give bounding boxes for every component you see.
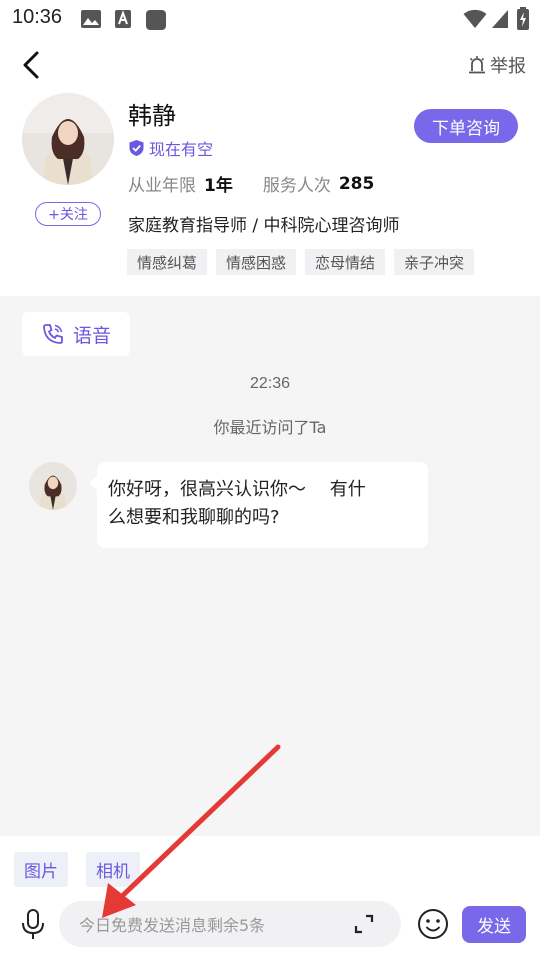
tag-item: 情感纠葛 — [127, 249, 208, 275]
message-avatar[interactable] — [29, 462, 77, 510]
message-input[interactable]: 今日免费发送消息剩余5条 — [59, 901, 401, 947]
consultant-avatar[interactable] — [22, 93, 114, 185]
experience-label: 从业年限 — [128, 176, 196, 196]
signal-icon — [492, 10, 508, 28]
tag-item: 亲子冲突 — [394, 249, 475, 275]
message-bubble[interactable]: 你好呀，很高兴认识你～ 有什 么想要和我聊聊的吗? — [89, 462, 428, 548]
consultant-name: 韩静 — [128, 102, 176, 130]
consultant-title: 家庭教育指导师 / 中科院心理咨询师 — [128, 216, 400, 236]
camera-button[interactable]: 相机 — [86, 852, 140, 887]
gallery-icon — [81, 10, 101, 28]
visit-notice: 你最近访问了Ta — [213, 418, 327, 437]
image-button[interactable]: 图片 — [14, 852, 68, 887]
follow-button[interactable]: +关注 — [35, 202, 101, 226]
consultant-stats: 从业年限 1年 服务人次 285 — [128, 171, 375, 197]
expand-icon[interactable] — [354, 914, 374, 934]
voice-label: 语音 — [72, 324, 111, 347]
message-line: 你好呀，很高兴认识你～ 有什 — [108, 479, 366, 500]
status-time: 10:36 — [12, 6, 63, 28]
status-bar: 10:36 — [0, 0, 540, 38]
report-label: 举报 — [490, 56, 526, 77]
microphone-icon[interactable] — [20, 908, 46, 940]
message-line: 么想要和我聊聊的吗? — [108, 507, 280, 528]
phone-call-icon — [43, 324, 63, 344]
emoji-icon[interactable] — [417, 908, 449, 940]
tag-item: 恋母情结 — [305, 249, 386, 275]
service-count-value: 285 — [338, 173, 375, 194]
specialty-tags: 情感纠葛 情感困惑 恋母情结 亲子冲突 — [127, 249, 483, 275]
back-arrow-icon[interactable] — [18, 50, 46, 80]
battery-charging-icon — [517, 7, 529, 30]
app-square-icon — [146, 10, 166, 30]
experience-value: 1年 — [204, 176, 233, 196]
media-buttons: 图片 相机 — [14, 852, 158, 887]
wifi-icon — [463, 9, 487, 28]
tag-item: 情感困惑 — [216, 249, 297, 275]
order-consult-button[interactable]: 下单咨询 — [414, 109, 518, 143]
chat-area[interactable]: 语音 22:36 你最近访问了Ta 你好呀，很高兴认识你～ 有什 么想要和我聊聊… — [0, 296, 540, 836]
verified-shield-icon — [129, 140, 144, 156]
report-button[interactable]: 举报 — [468, 52, 526, 78]
service-count-label: 服务人次 — [262, 176, 331, 196]
chat-timestamp: 22:36 — [249, 375, 291, 392]
alarm-bell-icon — [469, 56, 485, 74]
availability-label: 现在有空 — [149, 140, 214, 159]
message-avatar-portrait — [29, 462, 77, 510]
voice-call-button[interactable]: 语音 — [22, 312, 130, 356]
availability-status: 现在有空 — [128, 136, 213, 160]
a-box-icon — [115, 10, 131, 28]
send-button[interactable]: 发送 — [462, 906, 526, 943]
avatar-portrait — [22, 93, 114, 185]
